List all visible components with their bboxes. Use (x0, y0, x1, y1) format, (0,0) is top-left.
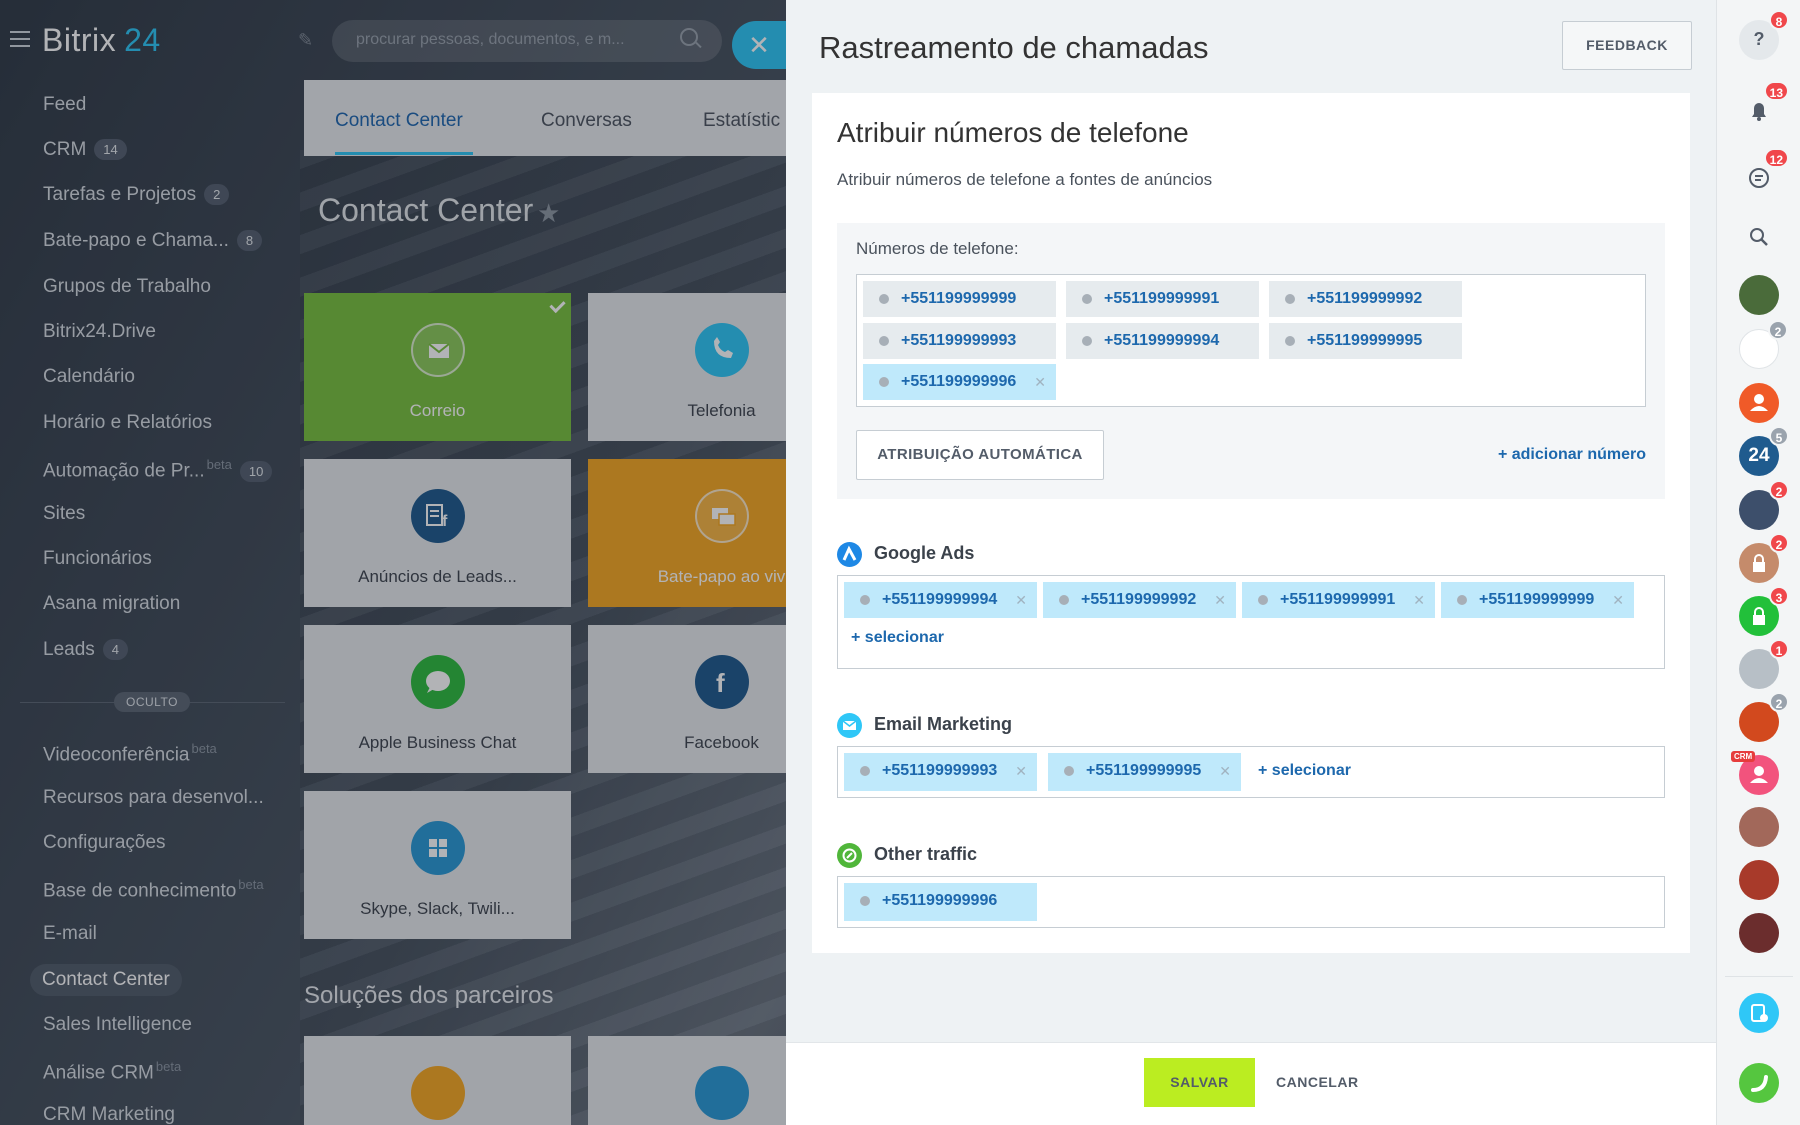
phone-chip[interactable]: +551199999992 (1269, 281, 1462, 317)
phone-number: +551199999995 (1086, 762, 1202, 779)
remove-icon[interactable]: ✕ (1612, 582, 1624, 618)
avatar-icon[interactable] (1739, 275, 1779, 315)
source-title: Other traffic (874, 844, 978, 864)
phone-chip[interactable]: +551199999991 ✕ (1242, 582, 1435, 618)
phone-chip[interactable]: +551199999991 (1066, 281, 1259, 317)
add-number-link[interactable]: + adicionar número (1498, 446, 1646, 464)
phone-number: +551199999994 (882, 591, 998, 608)
phone-call-icon[interactable] (1739, 1063, 1779, 1103)
remove-icon[interactable]: ✕ (1015, 582, 1027, 618)
crm-tag: CRM (1731, 751, 1756, 762)
phone-chip[interactable]: +551199999995 ✕ (1048, 753, 1241, 791)
phone-numbers-field: +551199999999 +551199999991 +55119999999… (856, 274, 1646, 407)
counter-badge: 5 (1769, 426, 1789, 446)
phone-numbers-label: Números de telefone: (856, 239, 1019, 258)
bell-icon[interactable]: 13 (1739, 81, 1789, 131)
phone-number: +551199999999 (1479, 591, 1595, 608)
feedback-button[interactable]: FEEDBACK (1562, 21, 1692, 70)
counter-badge: 1 (1769, 639, 1789, 659)
other-traffic-numbers-field[interactable]: +551199999996 (837, 876, 1665, 928)
panel-footer: SALVAR CANCELAR (786, 1042, 1716, 1125)
avatar-icon[interactable]: 2 (1739, 480, 1789, 530)
phone-numbers-section: Números de telefone: +551199999999 +5511… (837, 223, 1665, 499)
remove-icon[interactable]: ✕ (1015, 753, 1027, 789)
group-avatar-icon[interactable]: 2 (1739, 320, 1788, 369)
avatar-icon[interactable]: 2 (1739, 692, 1789, 742)
lock-icon[interactable]: 3 (1739, 586, 1789, 636)
avatar-icon[interactable] (1739, 860, 1779, 900)
call-tracking-panel: Rastreamento de chamadas FEEDBACK Atribu… (786, 0, 1716, 1125)
save-button[interactable]: SALVAR (1144, 1058, 1255, 1107)
right-rail: ? 8 13 12 2 24 5 2 2 3 1 2 CRM (1716, 0, 1800, 1125)
counter-badge: 2 (1769, 533, 1789, 553)
card-title: Atribuir números de telefone (837, 117, 1189, 148)
call-list-icon[interactable] (1739, 993, 1779, 1033)
lock-icon[interactable]: 2 (1739, 533, 1789, 583)
remove-icon[interactable]: ✕ (1034, 364, 1046, 400)
panel-title: Rastreamento de chamadas (819, 30, 1209, 65)
counter-badge: 2 (1768, 320, 1788, 340)
google-ads-numbers-field[interactable]: +551199999994 ✕ +551199999992 ✕ +551199999… (837, 575, 1665, 669)
email-marketing-numbers-field[interactable]: +551199999993 ✕ +551199999995 ✕ + selecion… (837, 746, 1665, 798)
assign-numbers-card: Atribuir números de telefone Atribuir nú… (812, 93, 1690, 953)
phone-chip[interactable]: +551199999999 ✕ (1441, 582, 1634, 618)
cancel-button[interactable]: CANCELAR (1276, 1058, 1359, 1107)
remove-icon[interactable]: ✕ (1214, 582, 1226, 618)
rail-divider (1725, 976, 1793, 977)
phone-chip[interactable]: +551199999993 (863, 323, 1056, 359)
avatar-icon[interactable] (1739, 913, 1779, 953)
select-link[interactable]: + selecionar (851, 629, 944, 647)
source-title: Google Ads (874, 543, 975, 563)
phone-chip[interactable]: +551199999999 (863, 281, 1056, 317)
counter-badge: 12 (1763, 148, 1789, 168)
phone-chip[interactable]: +551199999994 ✕ (844, 582, 1037, 618)
counter-badge: 2 (1769, 480, 1789, 500)
select-link[interactable]: + selecionar (1258, 762, 1351, 780)
email-marketing-icon (837, 713, 862, 738)
avatar-icon[interactable]: 1 (1739, 639, 1789, 689)
card-subtitle: Atribuir números de telefone a fontes de… (837, 170, 1213, 189)
phone-number: +551199999991 (1280, 591, 1396, 608)
help-icon[interactable]: ? 8 (1739, 10, 1789, 60)
phone-number: +551199999992 (1081, 591, 1197, 608)
user-icon[interactable]: CRM (1731, 751, 1779, 795)
counter-badge: 13 (1763, 81, 1789, 101)
phone-chip[interactable]: +551199999996 (844, 883, 1037, 921)
avatar-icon[interactable] (1739, 807, 1779, 847)
phone-chip[interactable]: +551199999992 ✕ (1043, 582, 1236, 618)
phone-number: +551199999996 (901, 373, 1017, 390)
remove-icon[interactable]: ✕ (1413, 582, 1425, 618)
remove-icon[interactable]: ✕ (1219, 753, 1231, 789)
overlay-dim[interactable] (0, 0, 786, 1125)
phone-chip[interactable]: +551199999993 ✕ (844, 753, 1037, 791)
phone-chip[interactable]: +551199999995 (1269, 323, 1462, 359)
phone-chip[interactable]: +551199999994 (1066, 323, 1259, 359)
counter-badge: 3 (1769, 586, 1789, 606)
chat-bubble-icon[interactable]: 12 (1739, 148, 1789, 198)
bitrix24-icon[interactable]: 24 5 (1739, 426, 1789, 476)
source-title: Email Marketing (874, 714, 1013, 734)
google-ads-icon (837, 542, 862, 567)
search-icon[interactable] (1739, 217, 1779, 257)
counter-badge: 8 (1769, 10, 1789, 30)
phone-chip-selected[interactable]: +551199999996 ✕ (863, 364, 1056, 400)
phone-number: +551199999993 (882, 762, 998, 779)
auto-assign-button[interactable]: ATRIBUIÇÃO AUTOMÁTICA (856, 430, 1104, 480)
user-icon[interactable] (1739, 383, 1779, 423)
other-traffic-icon (837, 843, 862, 868)
counter-badge: 2 (1769, 692, 1789, 712)
